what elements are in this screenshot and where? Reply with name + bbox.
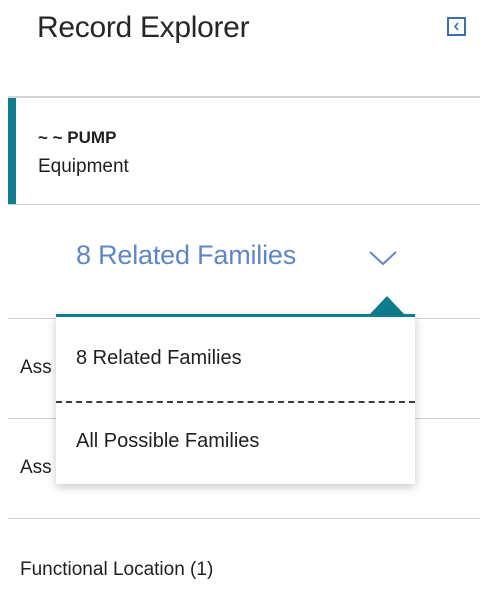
family-filter-label: 8 Related Families: [76, 240, 296, 270]
current-record-card[interactable]: ~ ~ PUMP Equipment: [8, 98, 480, 205]
dropdown-option-related-families[interactable]: 8 Related Families: [76, 347, 242, 370]
dropdown-caret: [370, 296, 404, 314]
chevron-down-icon[interactable]: [368, 250, 398, 266]
page-title: Record Explorer: [37, 11, 250, 44]
list-divider: [8, 518, 480, 519]
record-family: Equipment: [38, 156, 129, 177]
chevron-left-icon: [453, 22, 459, 31]
dropdown-separator: [56, 401, 415, 403]
list-item[interactable]: Ass: [20, 357, 52, 379]
list-item[interactable]: Functional Location (1): [20, 559, 213, 581]
list-item[interactable]: Ass: [20, 457, 52, 479]
dropdown-option-all-possible-families[interactable]: All Possible Families: [76, 430, 259, 453]
collapse-panel-button[interactable]: [447, 17, 466, 36]
family-filter-select[interactable]: 8 Related Families: [76, 240, 397, 271]
family-dropdown-menu: 8 Related Families All Possible Families: [56, 314, 415, 484]
record-name: ~ ~ PUMP: [38, 128, 117, 147]
record-accent-bar: [8, 98, 16, 204]
